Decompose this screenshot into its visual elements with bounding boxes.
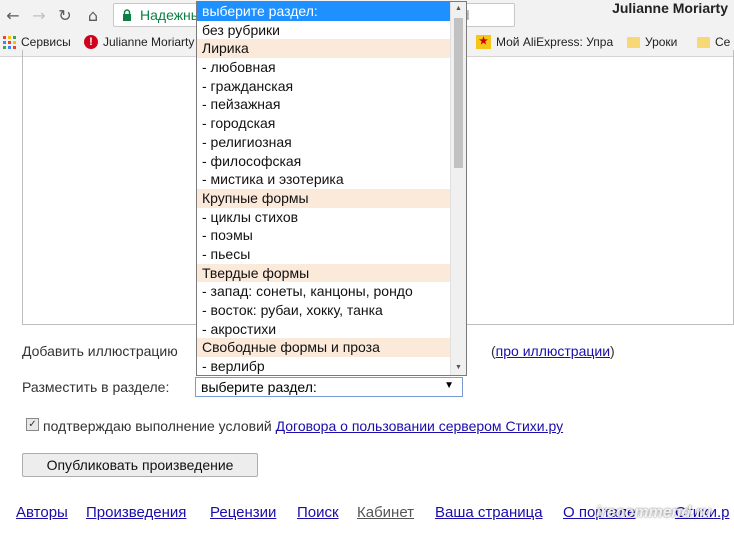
- dropdown-option[interactable]: - философская: [197, 152, 451, 171]
- confirm-prefix: подтверждаю выполнение условий: [43, 418, 272, 434]
- dropdown-option[interactable]: выберите раздел:: [197, 2, 451, 21]
- dropdown-option[interactable]: - любовная: [197, 58, 451, 77]
- stihi-icon: !: [84, 35, 98, 49]
- illustration-label: Добавить иллюстрацию: [22, 343, 178, 359]
- home-icon[interactable]: ⌂: [82, 3, 104, 27]
- dropdown-option[interactable]: - городская: [197, 114, 451, 133]
- secure-label: Надежны: [140, 7, 201, 23]
- scroll-thumb[interactable]: [454, 18, 463, 168]
- profile-name[interactable]: Julianne Moriarty: [612, 0, 728, 16]
- lock-icon: [123, 9, 131, 21]
- dropdown-option[interactable]: - запад: сонеты, канцоны, рондо: [197, 282, 451, 301]
- dropdown-options: выберите раздел: без рубрики Лирика - любов…: [197, 2, 451, 375]
- bookmark-label: Сервисы: [21, 35, 71, 49]
- dropdown-group-header[interactable]: Твердые формы: [197, 263, 451, 283]
- about-illustrations: (про иллюстрации): [491, 343, 615, 359]
- publish-button[interactable]: Опубликовать произведение: [22, 453, 258, 477]
- dropdown-option[interactable]: - религиозная: [197, 133, 451, 152]
- agreement-link[interactable]: Договора о пользовании сервером Стихи.ру: [276, 418, 564, 434]
- dropdown-option[interactable]: - пейзажная: [197, 95, 451, 114]
- dropdown-option[interactable]: - циклы стихов: [197, 208, 451, 227]
- folder-icon: [697, 36, 710, 48]
- dropdown-group-header[interactable]: Лирика: [197, 39, 451, 59]
- footer-link-your-page[interactable]: Ваша страница: [435, 504, 543, 521]
- scroll-up-icon[interactable]: ▲: [451, 2, 466, 16]
- footer-link-works[interactable]: Произведения: [86, 504, 186, 521]
- dropdown-option[interactable]: - пьесы: [197, 245, 451, 264]
- bookmark-julianne[interactable]: ! Julianne Moriarty: [84, 35, 194, 49]
- footer-link-reviews[interactable]: Рецензии: [210, 504, 276, 521]
- bookmark-aliexpress[interactable]: ★ Мой AliExpress: Упра: [476, 35, 613, 49]
- back-arrow-icon[interactable]: ←: [2, 3, 24, 27]
- watermark: irecommend.ru: [596, 504, 712, 521]
- bookmark-label: Се: [715, 35, 731, 49]
- section-select-value: выберите раздел:: [201, 379, 317, 395]
- bookmark-lessons[interactable]: Уроки: [627, 35, 677, 49]
- forward-arrow-icon[interactable]: →: [28, 3, 50, 27]
- folder-icon: [627, 36, 640, 48]
- dropdown-group-header[interactable]: Крупные формы: [197, 188, 451, 208]
- confirm-checkbox[interactable]: ✓: [26, 418, 39, 431]
- scroll-down-icon[interactable]: ▼: [451, 361, 466, 375]
- bookmark-label: Мой AliExpress: Упра: [496, 35, 614, 49]
- dropdown-option[interactable]: - акростихи: [197, 320, 451, 339]
- section-dropdown-list[interactable]: выберите раздел: без рубрики Лирика - любов…: [196, 1, 467, 376]
- bookmark-se[interactable]: Се: [697, 35, 730, 49]
- dropdown-scrollbar[interactable]: ▲ ▼: [450, 2, 466, 375]
- dropdown-option[interactable]: - мистика и эзотерика: [197, 170, 451, 189]
- footer-link-cabinet[interactable]: Кабинет: [357, 504, 414, 521]
- confirm-text: подтверждаю выполнение условий Договора …: [43, 418, 563, 434]
- reload-icon[interactable]: ↻: [54, 3, 76, 27]
- dropdown-arrow-icon: ▼: [444, 380, 454, 391]
- about-illustrations-link[interactable]: про иллюстрации: [496, 343, 610, 359]
- section-label: Разместить в разделе:: [22, 379, 170, 395]
- section-select[interactable]: выберите раздел: ▼: [195, 377, 463, 397]
- dropdown-option[interactable]: - поэмы: [197, 226, 451, 245]
- bookmark-label: Уроки: [645, 35, 678, 49]
- dropdown-option[interactable]: - гражданская: [197, 77, 451, 96]
- bookmark-services[interactable]: Сервисы: [3, 35, 71, 49]
- footer-link-search[interactable]: Поиск: [297, 504, 339, 521]
- dropdown-group-header[interactable]: Свободные формы и проза: [197, 338, 451, 358]
- bookmark-label: Julianne Moriarty: [103, 35, 195, 49]
- aliexpress-icon: ★: [476, 35, 491, 49]
- footer-link-authors[interactable]: Авторы: [16, 504, 68, 521]
- dropdown-option[interactable]: - восток: рубаи, хокку, танка: [197, 301, 451, 320]
- apps-grid-icon: [3, 35, 16, 49]
- dropdown-option[interactable]: - верлибр: [197, 357, 451, 375]
- dropdown-option[interactable]: без рубрики: [197, 21, 451, 40]
